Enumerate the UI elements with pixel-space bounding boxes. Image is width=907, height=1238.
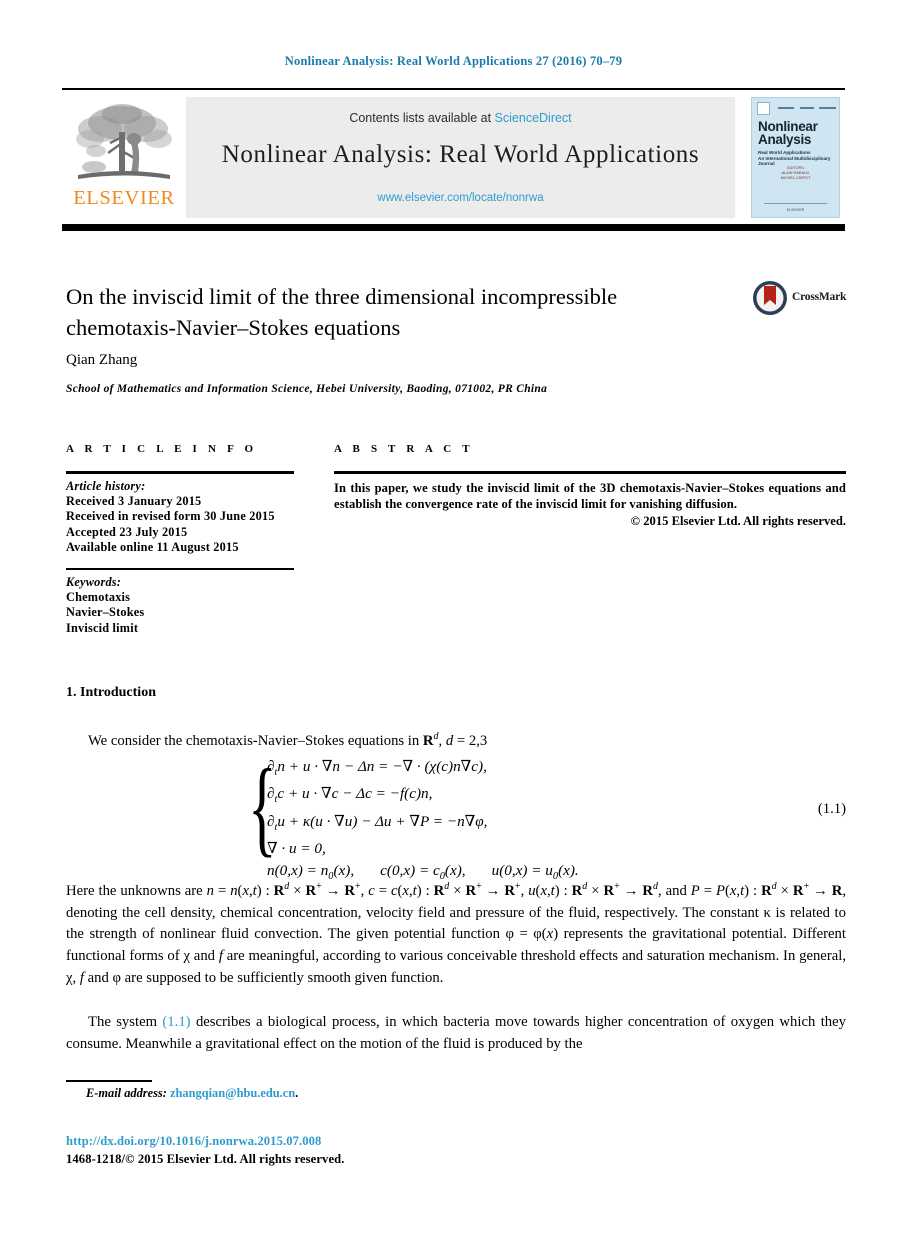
- article-history-item: Received 3 January 2015: [66, 494, 202, 509]
- footnote-rule: [66, 1080, 152, 1082]
- abstract-heading: A B S T R A C T: [334, 443, 474, 455]
- cover-title: Nonlinear Analysis: [758, 120, 833, 147]
- equation-lines: ∂tn + u · ∇n − Δn = −∇ · (χ(c)n∇c), ∂tc …: [267, 756, 579, 887]
- equation-line-4: ∇ · u = 0,: [267, 840, 326, 858]
- abstract-text: In this paper, we study the inviscid lim…: [334, 481, 846, 512]
- header-rule-top: [62, 88, 845, 90]
- article-history-label: Article history:: [66, 479, 146, 493]
- abstract-column: A B S T R A C T In this paper, we study …: [334, 443, 846, 529]
- footnote-email: E-mail address: zhangqian@hbu.edu.cn.: [86, 1086, 298, 1101]
- equation-1-1: { ∂tn + u · ∇n − Δn = −∇ · (χ(c)n∇c), ∂t…: [66, 754, 846, 882]
- intro-math: Rd, d = 2,3: [422, 731, 488, 749]
- abstract-rule: [334, 471, 846, 474]
- elsevier-logo: ELSEVIER: [66, 99, 182, 217]
- running-head: Nonlinear Analysis: Real World Applicati…: [284, 54, 623, 68]
- author-name: Qian Zhang: [66, 352, 138, 368]
- intro-paragraph: We consider the chemotaxis-Navier–Stokes…: [66, 726, 846, 753]
- keywords-label: Keywords:: [66, 575, 122, 590]
- elsevier-tree-icon: [76, 104, 172, 179]
- cover-footer: ELSEVIER: [786, 208, 805, 212]
- equation-cross-reference[interactable]: (1.1): [162, 1014, 190, 1030]
- keyword-item: Inviscid limit: [66, 620, 139, 635]
- article-history: Article history: Received 3 January 2015…: [66, 479, 294, 555]
- cover-dash-2: [800, 107, 814, 109]
- equation-line-1: ∂tn + u · ∇n − Δn = −∇ · (χ(c)n∇c),: [267, 758, 487, 779]
- elsevier-wordmark: ELSEVIER: [73, 187, 175, 209]
- paragraph-last: The system (1.1) describes a biological …: [66, 1012, 846, 1056]
- paragraph-last-part-a: The system: [88, 1014, 163, 1030]
- crossmark-icon: [753, 281, 787, 315]
- cover-dash-1: [778, 107, 794, 109]
- header-rule-bottom: [62, 224, 845, 231]
- cover-title-line2: Analysis: [758, 132, 812, 147]
- article-info-column: A R T I C L E I N F O Article history: R…: [66, 443, 294, 636]
- crossmark-badge[interactable]: CrossMark: [752, 280, 848, 316]
- cover-subtitle-line2: An International Multidisciplinary Journ…: [758, 155, 831, 167]
- cover-subtitle: Real World Applications An International…: [758, 150, 833, 167]
- equation-line-2: ∂tc + u · ∇c − Δc = −f(c)n,: [267, 785, 433, 806]
- keywords-rule: [66, 568, 294, 571]
- section-heading-introduction: 1. Introduction: [66, 685, 156, 700]
- article-info-heading: A R T I C L E I N F O: [66, 443, 258, 455]
- article-history-item: Accepted 23 July 2015: [66, 524, 188, 539]
- article-history-item: Available online 11 August 2015: [66, 539, 239, 554]
- masthead-box: Contents lists available at ScienceDirec…: [186, 97, 735, 218]
- article-info-rule: [66, 471, 294, 474]
- journal-cover-thumbnail[interactable]: Nonlinear Analysis Real World Applicatio…: [751, 97, 840, 218]
- equation-line-3: ∂tu + κ(u · ∇u) − Δu + ∇P = −n∇φ,: [267, 812, 488, 833]
- crossmark-label: CrossMark: [792, 291, 847, 303]
- sciencedirect-link[interactable]: ScienceDirect: [495, 111, 572, 125]
- keyword-item: Chemotaxis: [66, 590, 131, 605]
- cover-divider: [764, 203, 827, 204]
- doi-link[interactable]: http://dx.doi.org/10.1016/j.nonrwa.2015.…: [66, 1134, 321, 1149]
- cover-editors: EDITORS ALAIN HARAUX MICHEL CHIPOT: [766, 166, 825, 181]
- author-affiliation: School of Mathematics and Information Sc…: [66, 383, 548, 395]
- article-page: Nonlinear Analysis: Real World Applicati…: [0, 0, 907, 1238]
- page-title: On the inviscid limit of the three dimen…: [66, 281, 726, 343]
- issn-copyright-line: 1468-1218/© 2015 Elsevier Ltd. All right…: [66, 1152, 345, 1166]
- paragraph-after-equation: Here the unknowns are n = n(x,t) : Rd × …: [66, 881, 847, 987]
- cover-editor-2: MICHEL CHIPOT: [780, 176, 811, 180]
- page-title-line1: On the inviscid limit of the three dimen…: [66, 284, 618, 309]
- cover-dash-3: [819, 107, 836, 109]
- page-title-line2: chemotaxis-Navier–Stokes equations: [66, 315, 401, 340]
- email-suffix: .: [295, 1086, 299, 1100]
- intro-text: We consider the chemotaxis-Navier–Stokes…: [88, 732, 420, 749]
- equation-number: (1.1): [817, 801, 846, 817]
- keywords-block: Keywords: Chemotaxis Navier–Stokes Invis…: [66, 575, 294, 636]
- article-history-item: Received in revised form 30 June 2015: [66, 509, 275, 524]
- contents-available-line: Contents lists available at ScienceDirec…: [186, 111, 735, 125]
- keyword-item: Navier–Stokes: [66, 605, 145, 620]
- journal-url-link[interactable]: www.elsevier.com/locate/nonrwa: [186, 192, 735, 204]
- email-link[interactable]: zhangqian@hbu.edu.cn: [170, 1086, 295, 1100]
- contents-prefix: Contents lists available at: [349, 111, 495, 125]
- abstract-copyright: © 2015 Elsevier Ltd. All rights reserved…: [630, 513, 846, 528]
- email-label: E-mail address:: [86, 1086, 167, 1100]
- cover-publisher-mark: [757, 102, 770, 115]
- journal-title: Nonlinear Analysis: Real World Applicati…: [221, 141, 700, 168]
